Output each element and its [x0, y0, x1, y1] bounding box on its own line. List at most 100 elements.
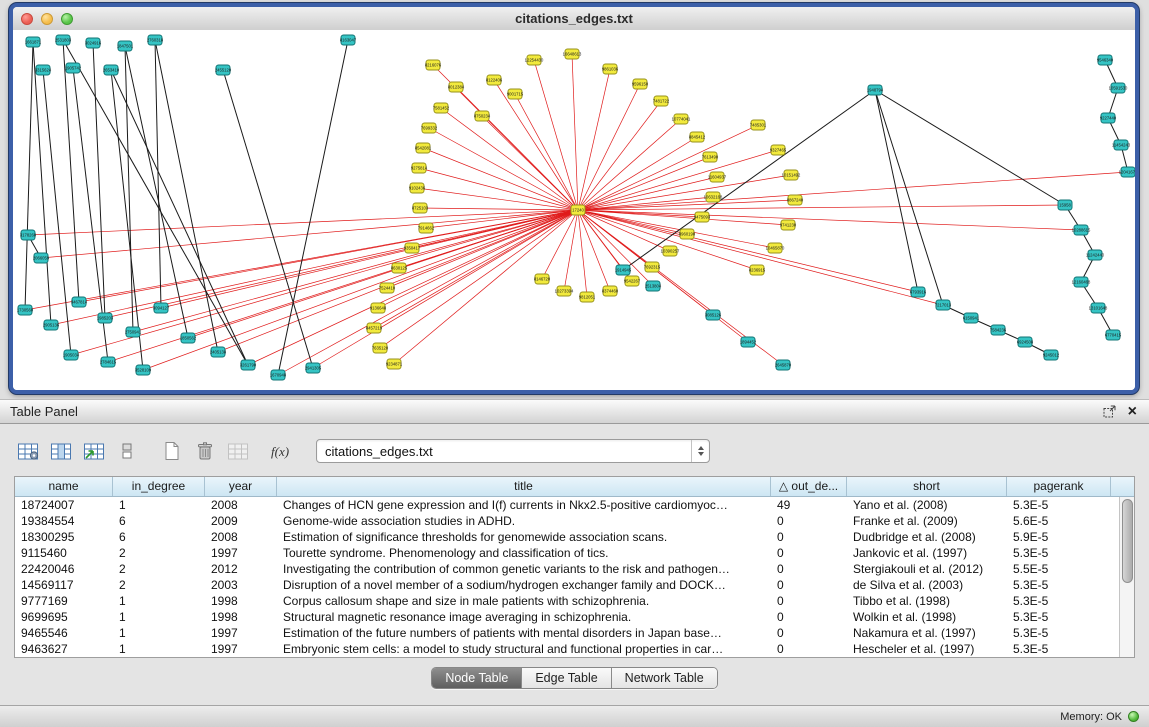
- table-row[interactable]: 1830029562008Estimation of significance …: [15, 529, 1119, 545]
- table-cell[interactable]: 9777169: [15, 593, 113, 609]
- table-cell[interactable]: Jankovic et al. (1997): [847, 545, 1007, 561]
- graph-node[interactable]: 3178260: [20, 230, 37, 240]
- graph-node[interactable]: 8236915: [749, 265, 766, 275]
- table-cell[interactable]: 14569117: [15, 577, 113, 593]
- graph-node[interactable]: 2784615: [100, 357, 117, 367]
- table-selector[interactable]: citations_edges.txt: [316, 439, 710, 463]
- graph-node[interactable]: 1730560: [17, 305, 34, 315]
- tab-edge-table[interactable]: Edge Table: [521, 668, 610, 688]
- table-row[interactable]: 977716911998Corpus callosum shape and si…: [15, 593, 1119, 609]
- graph-node[interactable]: 9001715: [507, 89, 524, 99]
- table-cell[interactable]: 1998: [205, 609, 277, 625]
- table-cell[interactable]: de Silva et al. (2003): [847, 577, 1007, 593]
- table-cell[interactable]: Dudbridge et al. (2008): [847, 529, 1007, 545]
- graph-node[interactable]: 9475093: [694, 212, 711, 222]
- graph-node[interactable]: 9861036: [602, 64, 619, 74]
- table-cell[interactable]: 2003: [205, 577, 277, 593]
- graph-node[interactable]: 9275814: [411, 163, 428, 173]
- graph-node[interactable]: 3024916: [85, 38, 102, 48]
- network-window-titlebar[interactable]: citations_edges.txt: [13, 7, 1135, 31]
- graph-node[interactable]: 7581452: [433, 103, 450, 113]
- table-cell[interactable]: 1: [113, 497, 205, 513]
- table-cell[interactable]: 2012: [205, 561, 277, 577]
- graph-node[interactable]: 2905136: [43, 320, 60, 330]
- graph-node[interactable]: 6924508: [1017, 337, 1034, 347]
- tab-network-table[interactable]: Network Table: [611, 668, 717, 688]
- graph-node[interactable]: 3528109: [135, 365, 152, 375]
- table-cell[interactable]: 0: [771, 641, 847, 657]
- table-cell[interactable]: 2008: [205, 497, 277, 513]
- table-row[interactable]: 1938455462009Genome-wide association stu…: [15, 513, 1119, 529]
- graph-node[interactable]: 1985203: [97, 313, 114, 323]
- table-cell[interactable]: 0: [771, 561, 847, 577]
- graph-node[interactable]: 9596150: [632, 79, 649, 89]
- import-table-icon[interactable]: [80, 439, 108, 463]
- column-header-title[interactable]: title: [277, 477, 771, 496]
- graph-node[interactable]: 1905034: [63, 350, 80, 360]
- table-cell[interactable]: Disruption of a novel member of a sodium…: [277, 577, 771, 593]
- graph-node[interactable]: 9102436: [409, 183, 426, 193]
- graph-node[interactable]: 15958: [1058, 200, 1072, 210]
- table-cell[interactable]: 2: [113, 545, 205, 561]
- graph-node[interactable]: 1847501: [117, 41, 134, 51]
- column-header-out_de[interactable]: △ out_de...: [771, 477, 847, 496]
- graph-node[interactable]: 8630125: [391, 263, 408, 273]
- graph-node[interactable]: 2405138: [210, 347, 227, 357]
- graph-node[interactable]: 8867240: [787, 195, 804, 205]
- table-cell[interactable]: 1997: [205, 545, 277, 561]
- graph-node[interactable]: 1670948: [270, 370, 287, 380]
- graph-node[interactable]: 8845412: [689, 132, 706, 142]
- graph-node[interactable]: 2531803: [55, 35, 72, 45]
- table-cell[interactable]: Franke et al. (2009): [847, 513, 1007, 529]
- graph-node[interactable]: 10591530: [1109, 83, 1128, 93]
- graph-node[interactable]: 2645870: [775, 360, 792, 370]
- graph-node[interactable]: 6150941: [963, 313, 980, 323]
- select-columns-icon[interactable]: [47, 439, 75, 463]
- table-cell[interactable]: 1: [113, 609, 205, 625]
- table-cell[interactable]: Stergiakouli et al. (2012): [847, 561, 1007, 577]
- graph-node[interactable]: 8725103: [412, 203, 429, 213]
- graph-node[interactable]: 7584236: [990, 325, 1007, 335]
- table-row[interactable]: 2242004622012Investigating the contribut…: [15, 561, 1119, 577]
- graph-node[interactable]: 10288615: [1072, 225, 1091, 235]
- table-cell[interactable]: 0: [771, 609, 847, 625]
- graph-node[interactable]: 9812051: [579, 292, 596, 302]
- table-cell[interactable]: Tibbo et al. (1998): [847, 593, 1007, 609]
- table-cell[interactable]: 2: [113, 561, 205, 577]
- graph-node[interactable]: 1894452: [740, 337, 757, 347]
- table-cell[interactable]: 6: [113, 529, 205, 545]
- table-cell[interactable]: 1: [113, 593, 205, 609]
- graph-node[interactable]: 9350417: [404, 243, 421, 253]
- graph-node[interactable]: 12254430: [525, 55, 544, 65]
- zoom-window-button[interactable]: [61, 13, 73, 25]
- table-row[interactable]: 946362711997Embryonic stem cells: a mode…: [15, 641, 1119, 657]
- table-cell[interactable]: 1997: [205, 641, 277, 657]
- table-cell[interactable]: 18300295: [15, 529, 113, 545]
- table-cell[interactable]: 49: [771, 497, 847, 513]
- graph-node[interactable]: 7914662: [418, 223, 435, 233]
- table-cell[interactable]: 0: [771, 625, 847, 641]
- graph-node[interactable]: 11454243: [1112, 140, 1131, 150]
- graph-node[interactable]: 11242440: [1086, 250, 1105, 260]
- graph-node[interactable]: 10390257: [661, 246, 680, 256]
- graph-node[interactable]: 9234871: [386, 359, 403, 369]
- table-cell[interactable]: Genome-wide association studies in ADHD.: [277, 513, 771, 529]
- graph-node[interactable]: 2760318: [147, 35, 164, 45]
- graph-node[interactable]: 7613490: [702, 152, 719, 162]
- table-cell[interactable]: 1: [113, 641, 205, 657]
- graph-node[interactable]: 3085126: [705, 310, 722, 320]
- graph-node[interactable]: 9227440: [1100, 113, 1117, 123]
- graph-node[interactable]: 8960190: [679, 229, 696, 239]
- graph-node[interactable]: 2941305: [305, 363, 322, 373]
- graph-node[interactable]: 2513804: [645, 281, 662, 291]
- toggle-rows-icon[interactable]: [113, 439, 141, 463]
- table-cell[interactable]: 5.3E-5: [1007, 497, 1111, 513]
- table-cell[interactable]: 2009: [205, 513, 277, 529]
- table-cell[interactable]: 9465546: [15, 625, 113, 641]
- table-row[interactable]: 946554611997Estimation of the future num…: [15, 625, 1119, 641]
- column-header-year[interactable]: year: [205, 477, 277, 496]
- graph-node[interactable]: 6793916: [910, 287, 927, 297]
- graph-node[interactable]: 8750234: [474, 111, 491, 121]
- table-vertical-scrollbar[interactable]: [1119, 497, 1134, 657]
- graph-node[interactable]: 6770415: [1105, 330, 1122, 340]
